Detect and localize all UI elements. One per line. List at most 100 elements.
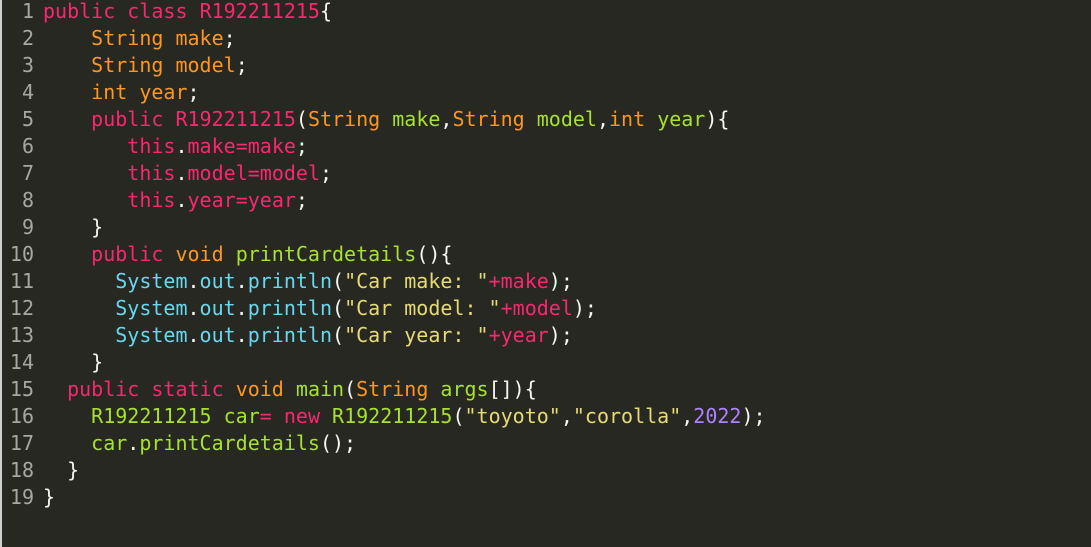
code-line[interactable]: 7 this.model=model; (0, 160, 766, 187)
code-line[interactable]: 3 String model; (0, 52, 766, 79)
code-line[interactable]: 4 int year; (0, 79, 766, 106)
line-code: this.year=year; (34, 187, 308, 214)
line-code: public class R192211215{ (34, 0, 332, 25)
code-line[interactable]: 11 System.out.println("Car make: "+make)… (0, 268, 766, 295)
code-token: + (488, 323, 501, 347)
line-code: System.out.println("Car year: "+year); (34, 322, 573, 349)
code-token: . (175, 134, 188, 158)
code-token: model (175, 53, 236, 77)
line-number: 10 (9, 242, 34, 266)
line-number: 5 (21, 107, 34, 131)
code-token: } (67, 458, 80, 482)
code-token: public (91, 107, 164, 131)
code-token: System (115, 323, 188, 347)
code-token: . (175, 188, 188, 212)
code-token: ; (235, 53, 248, 77)
code-token: = (247, 161, 260, 185)
code-token: ; (320, 161, 333, 185)
code-token: R192211215 (199, 0, 320, 23)
code-token: = (235, 134, 248, 158)
line-number: 3 (21, 53, 34, 77)
code-token: , (596, 107, 610, 131)
code-token: int (609, 107, 646, 131)
code-token: ; (295, 188, 308, 212)
code-token: out (199, 323, 236, 347)
code-token: } (91, 350, 104, 374)
code-line[interactable]: 19} (0, 484, 766, 511)
code-token: []){ (488, 377, 537, 401)
code-token: 2022 (693, 404, 742, 428)
code-token: String (452, 107, 525, 131)
code-line[interactable]: 14 } (0, 349, 766, 376)
code-token: ; (295, 134, 308, 158)
code-token: ( (332, 269, 345, 293)
code-line[interactable]: 8 this.year=year; (0, 187, 766, 214)
code-line[interactable]: 16 R192211215 car= new R192211215("toyot… (0, 403, 766, 430)
code-token: , (681, 404, 694, 428)
code-token: . (187, 269, 200, 293)
code-token: class (127, 0, 188, 23)
code-token: + (500, 296, 513, 320)
code-token: , (560, 404, 573, 428)
code-line[interactable]: 10 public void printCardetails(){ (0, 241, 766, 268)
code-token: out (199, 269, 236, 293)
code-token: ); (572, 296, 597, 320)
line-code: } (34, 484, 55, 511)
code-line[interactable]: 18 } (0, 457, 766, 484)
code-token: "corolla" (572, 404, 682, 428)
code-line[interactable]: 1 public class R192211215{ (0, 0, 766, 25)
code-line[interactable]: 13 System.out.println("Car year: "+year)… (0, 322, 766, 349)
code-token: println (247, 269, 333, 293)
code-token: = (259, 404, 272, 428)
code-token: printCardetails (235, 242, 417, 266)
line-number: 9 (21, 215, 34, 239)
code-token: ); (548, 323, 573, 347)
code-line[interactable]: 2 String make; (0, 25, 766, 52)
code-token: public (43, 0, 116, 23)
code-line[interactable]: 17 car.printCardetails(); (0, 430, 766, 457)
line-number: 11 (9, 269, 34, 293)
line-code: int year; (34, 79, 200, 106)
code-lines[interactable]: 1 public class R192211215{2 String make; 3… (0, 0, 766, 511)
code-token: ){ (705, 107, 730, 131)
code-token: make (500, 269, 549, 293)
line-number: 18 (9, 458, 34, 482)
code-token: , (440, 107, 453, 131)
code-line[interactable]: 9 } (0, 214, 766, 241)
line-number: 4 (21, 80, 34, 104)
code-token: + (488, 269, 501, 293)
line-number: 7 (21, 161, 34, 185)
code-token: ; (187, 80, 200, 104)
code-token: model (259, 161, 320, 185)
code-token: . (235, 296, 248, 320)
code-line[interactable]: 6 this.make=make; (0, 133, 766, 160)
line-code: public R192211215(String make,String mod… (34, 106, 729, 133)
code-token: ( (452, 404, 465, 428)
code-token: println (247, 296, 333, 320)
code-token: model (536, 107, 597, 131)
code-line[interactable]: 12 System.out.println("Car model: "+mode… (0, 295, 766, 322)
line-code: } (34, 214, 103, 241)
code-line[interactable]: 15 public static void main(String args[]… (0, 376, 766, 403)
code-token: . (127, 431, 140, 455)
code-editor[interactable]: 1 public class R192211215{2 String make; 3… (0, 0, 1091, 547)
code-token: make (175, 26, 224, 50)
line-code: String make; (34, 25, 236, 52)
code-line[interactable]: 5 public R192211215(String make,String m… (0, 106, 766, 133)
